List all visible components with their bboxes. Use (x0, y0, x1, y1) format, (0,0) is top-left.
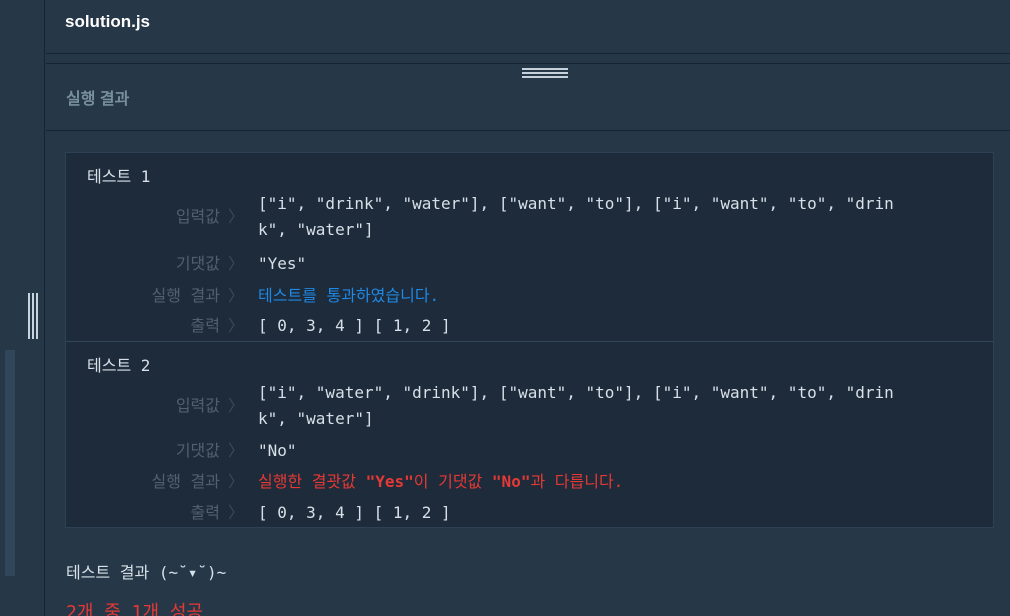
result-suffix: 과 다릅니다. (530, 472, 624, 491)
expected-row: 기댓값 〉 "Yes" (66, 251, 993, 277)
chevron-right-icon: 〉 (228, 396, 245, 415)
input-value-line: k", "water"] (258, 409, 374, 428)
input-value-line: ["i", "water", "drink"], ["want", "to"],… (258, 383, 894, 402)
input-value-line: ["i", "drink", "water"], ["want", "to"],… (258, 194, 894, 213)
output-row: 출력 〉 [ 0, 3, 4 ] [ 1, 2 ] (66, 500, 993, 526)
main-panel: solution.js 실행 결과 테스트 1 입력값 〉 ["i", "dri… (46, 0, 1010, 616)
splitter (46, 54, 1010, 64)
chevron-right-icon: 〉 (228, 472, 245, 491)
test-summary-count: 2개 중 1개 성공 (66, 602, 203, 616)
chevron-right-icon: 〉 (228, 286, 245, 305)
left-rail (0, 0, 45, 616)
output-value: [ 0, 3, 4 ] [ 1, 2 ] (258, 316, 451, 335)
test-summary: 테스트 결과 (~˘▾˘)~ (66, 563, 227, 582)
result-panel-title: 실행 결과 (66, 91, 130, 108)
input-value: ["i", "drink", "water"], ["want", "to"],… (258, 191, 958, 243)
test-title: 테스트 2 (87, 356, 151, 375)
result-label: 실행 결과 (151, 472, 220, 491)
output-label: 출력 (190, 316, 220, 335)
chevron-right-icon: 〉 (228, 503, 245, 522)
input-value: ["i", "water", "drink"], ["want", "to"],… (258, 380, 958, 432)
chevron-right-icon: 〉 (228, 207, 245, 226)
result-row: 실행 결과 〉 테스트를 통과하였습니다. (66, 283, 993, 309)
test-case-2: 테스트 2 입력값 〉 ["i", "water", "drink"], ["w… (66, 341, 993, 527)
chevron-right-icon: 〉 (228, 254, 245, 273)
test-title: 테스트 1 (87, 167, 151, 186)
result-value: 테스트를 통과하였습니다. (258, 286, 440, 305)
result-actual: "Yes" (365, 472, 414, 491)
input-label: 입력값 (175, 396, 220, 415)
input-label: 입력값 (175, 207, 220, 226)
test-case-1: 테스트 1 입력값 〉 ["i", "drink", "water"], ["w… (66, 153, 993, 341)
expected-row: 기댓값 〉 "No" (66, 438, 993, 464)
output-value: [ 0, 3, 4 ] [ 1, 2 ] (258, 503, 451, 522)
input-row: 입력값 〉 ["i", "water", "drink"], ["want", … (66, 376, 993, 432)
chevron-right-icon: 〉 (228, 316, 245, 335)
result-label: 실행 결과 (151, 286, 220, 305)
expected-label: 기댓값 (175, 441, 220, 460)
editor-filename: solution.js (65, 12, 150, 31)
scrollbar[interactable] (5, 350, 15, 576)
result-box: 테스트 1 입력값 〉 ["i", "drink", "water"], ["w… (65, 152, 994, 528)
output-label: 출력 (190, 503, 220, 522)
input-row: 입력값 〉 ["i", "drink", "water"], ["want", … (66, 187, 993, 243)
expected-value: "Yes" (258, 254, 307, 273)
result-middle: 이 기댓값 (413, 472, 492, 491)
expected-label: 기댓값 (175, 254, 220, 273)
output-row: 출력 〉 [ 0, 3, 4 ] [ 1, 2 ] (66, 313, 993, 339)
expected-value: "No" (258, 441, 297, 460)
result-prefix: 실행한 결괏값 (258, 472, 366, 491)
editor-tab[interactable]: solution.js (46, 0, 1010, 54)
resize-handle-icon[interactable] (522, 68, 568, 80)
chevron-right-icon: 〉 (228, 441, 245, 460)
panel-resize-grip[interactable] (28, 293, 40, 339)
result-expected: "No" (491, 472, 531, 491)
input-value-line: k", "water"] (258, 220, 374, 239)
result-value: 실행한 결괏값 "Yes"이 기댓값 "No"과 다릅니다. (258, 469, 958, 495)
result-row: 실행 결과 〉 실행한 결괏값 "Yes"이 기댓값 "No"과 다릅니다. (66, 469, 993, 495)
